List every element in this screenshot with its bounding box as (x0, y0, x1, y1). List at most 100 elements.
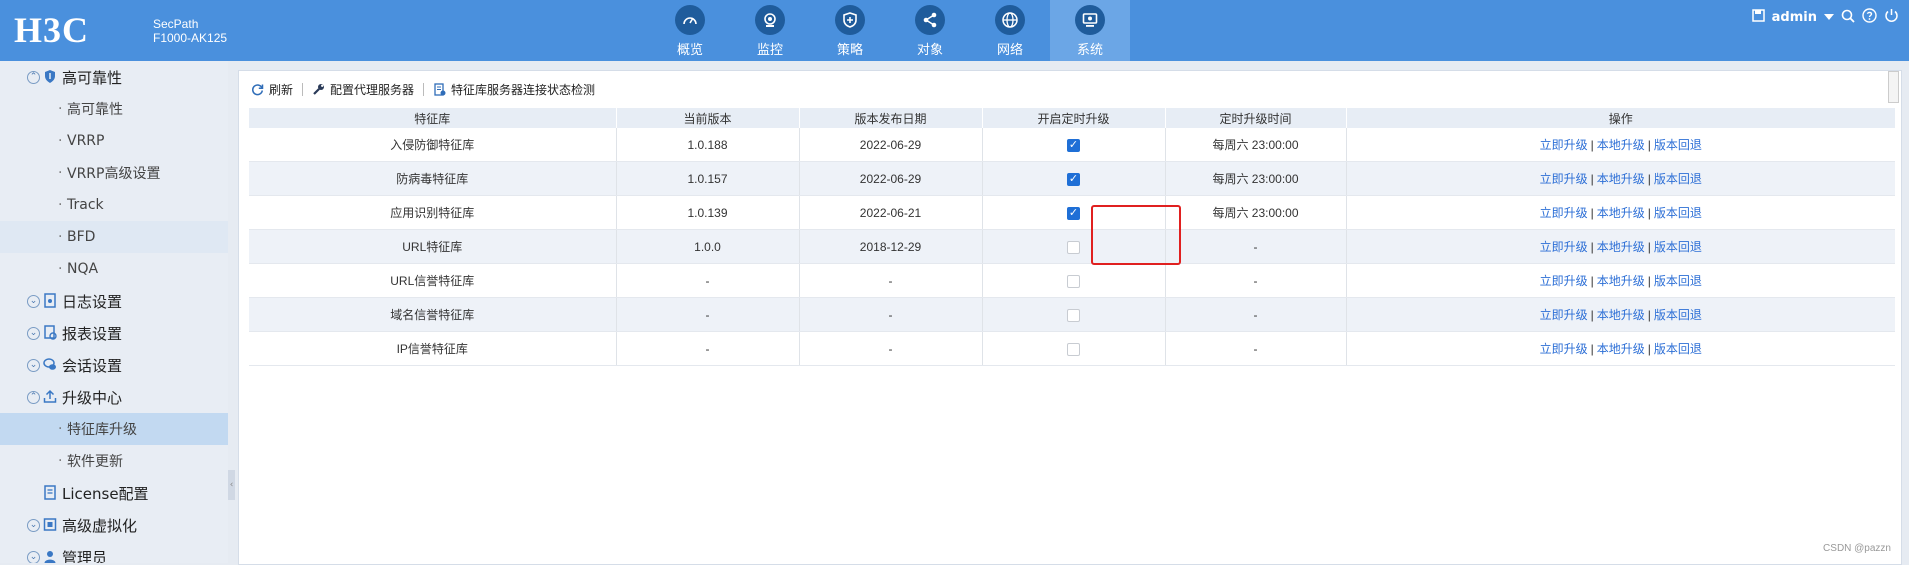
configure-proxy-button[interactable]: 配置代理服务器 (312, 81, 414, 98)
sidebar-item-label: Track (67, 197, 104, 213)
expand-toggle-icon[interactable]: ⌄ (27, 358, 40, 372)
upgrade-now-link[interactable]: 立即升级 (1540, 308, 1588, 322)
cell-schedule-time: - (1165, 229, 1347, 264)
sidebar-group-session[interactable]: ⌄ 会话设置 (0, 349, 228, 381)
nav-network[interactable]: 网络 (970, 0, 1050, 61)
rollback-link[interactable]: 版本回退 (1654, 138, 1702, 152)
cell-schedule-time: 每周六 23:00:00 (1165, 128, 1347, 162)
upgrade-now-link[interactable]: 立即升级 (1540, 138, 1588, 152)
upgrade-now-link[interactable]: 立即升级 (1540, 172, 1588, 186)
refresh-label: 刷新 (269, 83, 294, 97)
nav-overview[interactable]: 概览 (650, 0, 730, 61)
table-row[interactable]: 入侵防御特征库 1.0.188 2022-06-29 ✓ 每周六 23:00:00 立即升… (249, 128, 1895, 162)
expand-toggle-icon[interactable]: ⌄ (27, 518, 40, 532)
username[interactable]: admin (1772, 10, 1817, 25)
report-icon (44, 325, 57, 340)
help-icon[interactable] (1862, 8, 1877, 27)
table-row[interactable]: 防病毒特征库 1.0.157 2022-06-29 ✓ 每周六 23:00:00 立即升级… (249, 161, 1895, 196)
chevron-down-icon[interactable] (1824, 10, 1834, 25)
nav-monitor[interactable]: 监控 (730, 0, 810, 61)
virtualization-icon (43, 518, 57, 531)
upgrade-now-link[interactable]: 立即升级 (1540, 240, 1588, 254)
highlight-annotation-box (1091, 205, 1181, 265)
local-upgrade-link[interactable]: 本地升级 (1597, 308, 1645, 322)
upgrade-now-link[interactable]: 立即升级 (1540, 206, 1588, 220)
upgrade-now-link[interactable]: 立即升级 (1540, 342, 1588, 356)
rollback-link[interactable]: 版本回退 (1654, 172, 1702, 186)
checkbox-checked[interactable]: ✓ (1067, 206, 1080, 220)
checkbox-unchecked[interactable] (1067, 240, 1080, 254)
col-header-library[interactable]: 特征库 (249, 108, 617, 128)
save-icon[interactable] (1751, 9, 1765, 26)
checkbox-unchecked[interactable] (1067, 308, 1080, 322)
local-upgrade-link[interactable]: 本地升级 (1597, 206, 1645, 220)
sidebar-group-virtualization[interactable]: ⌄ 高级虚拟化 (0, 509, 228, 541)
separator: | (1590, 206, 1594, 220)
sidebar-collapse-handle[interactable]: ‹ (228, 470, 235, 500)
sidebar-item-software-update[interactable]: · 软件更新 (0, 445, 228, 477)
col-header-version[interactable]: 当前版本 (616, 108, 800, 128)
cell-version: - (616, 331, 800, 366)
expand-toggle-icon[interactable]: ⌄ (27, 550, 40, 563)
checkbox-unchecked[interactable] (1067, 274, 1080, 288)
system-screen-icon (1075, 5, 1105, 35)
sidebar-item-track[interactable]: · Track (0, 189, 228, 221)
col-header-schedule-time[interactable]: 定时升级时间 (1165, 108, 1347, 128)
checkbox-checked[interactable]: ✓ (1067, 172, 1080, 186)
cell-scheduled (982, 297, 1166, 332)
sidebar-item-signature-upgrade[interactable]: · 特征库升级 (0, 413, 228, 445)
sidebar-item-vrrp-advanced[interactable]: · VRRP高级设置 (0, 157, 228, 189)
search-icon[interactable] (1841, 9, 1855, 27)
separator: | (1647, 240, 1651, 254)
rollback-link[interactable]: 版本回退 (1654, 308, 1702, 322)
cell-library-name: 入侵防御特征库 (249, 128, 617, 162)
upgrade-now-link[interactable]: 立即升级 (1540, 274, 1588, 288)
sidebar-item-label: 高级虚拟化 (62, 516, 138, 535)
table-row[interactable]: URL特征库 1.0.0 2018-12-29- 立即升级 | 本地升级 | 版本回退 (249, 229, 1895, 264)
local-upgrade-link[interactable]: 本地升级 (1597, 274, 1645, 288)
sidebar-group-license[interactable]: License配置 (0, 477, 228, 509)
sidebar-item-bfd[interactable]: · BFD (0, 221, 228, 253)
check-connection-button[interactable]: 特征库服务器连接状态检测 (433, 81, 595, 98)
rollback-link[interactable]: 版本回退 (1654, 206, 1702, 220)
local-upgrade-link[interactable]: 本地升级 (1597, 172, 1645, 186)
local-upgrade-link[interactable]: 本地升级 (1597, 342, 1645, 356)
separator: | (1647, 138, 1651, 152)
sidebar-item-label: 特征库升级 (67, 422, 137, 438)
sidebar-group-admin[interactable]: ⌄ 管理员 (0, 541, 228, 563)
expand-toggle-icon[interactable]: ⌄ (27, 326, 40, 340)
cell-version: - (616, 263, 800, 298)
refresh-button[interactable]: 刷新 (251, 81, 293, 98)
nav-policy[interactable]: 策略 (810, 0, 890, 61)
table-row[interactable]: IP信誉特征库 - - - 立即升级 | 本地升级 | 版本回退 (249, 331, 1895, 366)
local-upgrade-link[interactable]: 本地升级 (1597, 240, 1645, 254)
rollback-link[interactable]: 版本回退 (1654, 274, 1702, 288)
table-row[interactable]: 应用识别特征库 1.0.139 2022-06-21 ✓ 每周六 23:00:00 立即升… (249, 195, 1895, 230)
vertical-scrollbar[interactable] (1888, 71, 1899, 103)
collapse-toggle-icon[interactable]: ⌃ (27, 390, 40, 404)
cell-actions: 立即升级 | 本地升级 | 版本回退 (1346, 128, 1895, 162)
toolbar-divider (302, 83, 304, 96)
local-upgrade-link[interactable]: 本地升级 (1597, 138, 1645, 152)
sidebar-group-log[interactable]: ⌄ 日志设置 (0, 285, 228, 317)
checkbox-unchecked[interactable] (1067, 342, 1080, 356)
expand-toggle-icon[interactable]: ⌄ (27, 294, 40, 308)
rollback-link[interactable]: 版本回退 (1654, 240, 1702, 254)
col-header-release-date[interactable]: 版本发布日期 (799, 108, 983, 128)
sidebar-group-upgrade[interactable]: ⌃ 升级中心 (0, 381, 228, 413)
nav-object[interactable]: 对象 (890, 0, 970, 61)
sidebar-group-report[interactable]: ⌄ 报表设置 (0, 317, 228, 349)
sidebar-item-ha[interactable]: · 高可靠性 (0, 93, 228, 125)
table-row[interactable]: 域名信誉特征库 - - - 立即升级 | 本地升级 | 版本回退 (249, 297, 1895, 332)
checkbox-checked[interactable]: ✓ (1067, 138, 1080, 152)
table-row[interactable]: URL信誉特征库 - - - 立即升级 | 本地升级 | 版本回退 (249, 263, 1895, 298)
nav-system[interactable]: 系统 (1050, 0, 1130, 61)
sidebar-item-vrrp[interactable]: · VRRP (0, 125, 228, 157)
sidebar-item-nqa[interactable]: · NQA (0, 253, 228, 285)
logout-icon[interactable] (1884, 8, 1899, 27)
col-header-scheduled[interactable]: 开启定时升级 (982, 108, 1166, 128)
cell-actions: 立即升级 | 本地升级 | 版本回退 (1346, 161, 1895, 196)
collapse-toggle-icon[interactable]: ⌃ (27, 70, 40, 84)
rollback-link[interactable]: 版本回退 (1654, 342, 1702, 356)
sidebar-group-ha[interactable]: ⌃ 高可靠性 (0, 61, 228, 93)
